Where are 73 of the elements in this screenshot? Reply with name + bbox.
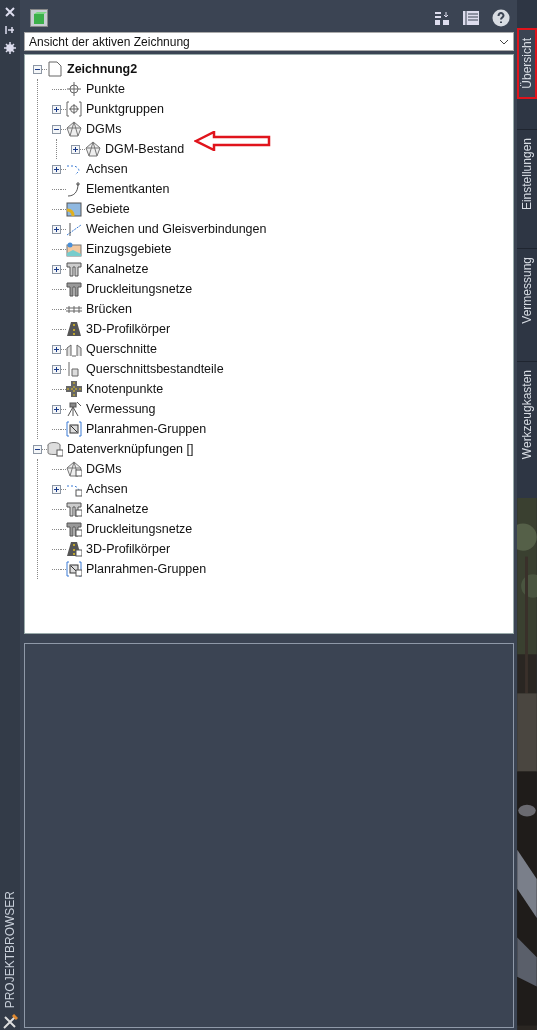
tree-item[interactable]: 3D-Profilkörper [86,542,171,556]
expand-button[interactable] [71,144,80,154]
linked-frame-icon [66,561,82,577]
tree-item[interactable]: Achsen [86,162,128,176]
panel-title: PROJEKTBROWSER [3,890,17,1008]
collapse-button[interactable] [52,124,61,134]
view-dropdown[interactable]: Ansicht der aktiven Zeichnung [24,32,514,51]
expand-button[interactable] [52,104,61,114]
expand-button[interactable] [52,484,61,494]
linked-pressure-pipe-icon [66,521,82,537]
database-icon [47,441,63,457]
tree-item[interactable]: DGM-Bestand [105,142,185,156]
tree-item[interactable]: Kanalnetze [86,262,149,276]
tree-item[interactable]: Einzugsgebiete [86,242,172,256]
tree-item[interactable]: Achsen [86,482,128,496]
pin-icon [4,24,16,36]
tree-item[interactable]: Datenverknüpfungen [] [67,442,194,456]
grid-arrow-icon [434,10,450,26]
tree-item[interactable]: DGMs [86,122,122,136]
catchment-icon [66,241,82,257]
section-part-icon [66,361,82,377]
collapse-button[interactable] [33,64,42,74]
tree-item[interactable]: Planrahmen-Gruppen [86,562,207,576]
pipe-icon [66,261,82,277]
tree-item[interactable]: Elementkanten [86,182,170,196]
tripod-icon [66,401,82,417]
crosshair-icon [66,81,82,97]
pentagon-mesh-icon [66,121,82,137]
help-icon [492,9,510,27]
tree-item[interactable]: Druckleitungsnetze [86,282,193,296]
frame-icon [66,421,82,437]
tree-item[interactable]: Vermessung [86,402,156,416]
tree-item[interactable]: Knotenpunkte [86,382,164,396]
close-icon [4,6,16,18]
tree-item[interactable]: Gebiete [86,202,130,216]
linked-pentagon-mesh-icon [66,461,82,477]
bracket-crosshair-icon [66,101,82,117]
settings-icon [4,42,16,54]
tree-item[interactable]: Punktgruppen [86,102,164,116]
tools-icon [2,1014,18,1030]
collapse-button[interactable] [33,444,42,454]
expand-button[interactable] [52,364,61,374]
tree-item[interactable]: Weichen und Gleisverbindungen [86,222,267,236]
document-icon [47,61,63,77]
pentagon-mesh-icon [85,141,101,157]
tree-item[interactable]: Zeichnung2 [67,62,138,76]
tree-item[interactable]: Planrahmen-Gruppen [86,422,207,436]
pressure-pipe-icon [66,281,82,297]
tree-item[interactable]: DGMs [86,462,122,476]
expand-button[interactable] [52,344,61,354]
cross-section-icon [66,341,82,357]
tree-item[interactable]: 3D-Profilkörper [86,322,171,336]
cube-icon [30,9,48,27]
table-icon [462,10,480,26]
linked-road-icon [66,541,82,557]
intersection-icon [66,381,82,397]
map-icon [66,201,82,217]
expand-button[interactable] [52,224,61,234]
side-tab[interactable]: Übersicht [517,28,537,99]
tree-item[interactable]: Punkte [86,82,125,96]
road-icon [66,321,82,337]
tree-item[interactable]: Druckleitungsnetze [86,522,193,536]
expand-button[interactable] [52,404,61,414]
expand-button[interactable] [52,164,61,174]
expand-button[interactable] [52,264,61,274]
tree-item[interactable]: Querschnitte [86,342,157,356]
tree-item[interactable]: Querschnittsbestandteile [86,362,224,376]
chevron-down-icon [499,38,509,45]
tree-item[interactable]: Kanalnetze [86,502,149,516]
tree-item[interactable]: Brücken [86,302,132,316]
linked-pipe-icon [66,501,82,517]
track-icon [66,221,82,237]
curve-icon [66,181,82,197]
